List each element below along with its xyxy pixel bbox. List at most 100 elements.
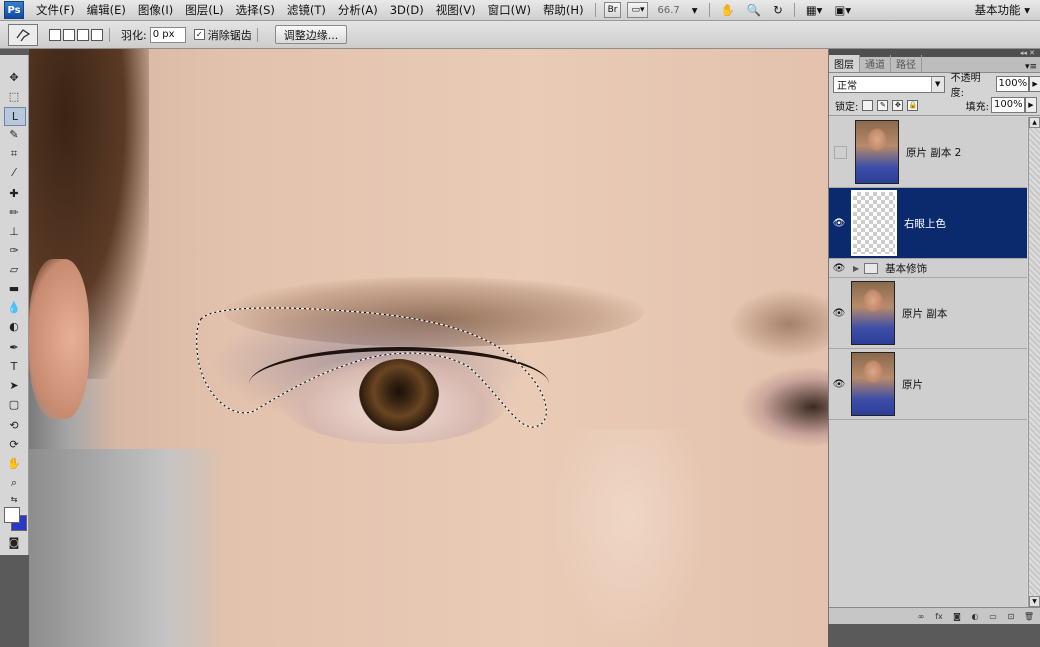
swap-colors-icon[interactable]: ⇆ xyxy=(4,491,24,508)
selection-marquee xyxy=(196,307,547,428)
feather-input[interactable]: 0 px xyxy=(149,26,186,43)
type-tool-icon[interactable]: T xyxy=(4,358,24,375)
blend-row: 正常 ▼ 不透明度: 100% ▶ xyxy=(829,73,1040,99)
opacity-input[interactable]: 100% xyxy=(995,76,1030,92)
menu-filter[interactable]: 滤镜(T) xyxy=(281,2,332,18)
tool-preset-picker[interactable] xyxy=(8,23,38,46)
blend-mode-select[interactable]: 正常 ▼ xyxy=(833,75,945,93)
zoom-tool-icon[interactable]: 🔍 xyxy=(741,3,767,17)
menu-select[interactable]: 选择(S) xyxy=(230,2,281,18)
menu-analysis[interactable]: 分析(A) xyxy=(332,2,384,18)
menu-edit[interactable]: 编辑(E) xyxy=(81,2,132,18)
menu-3d[interactable]: 3D(D) xyxy=(384,3,430,17)
gradient-tool-icon[interactable]: ▬ xyxy=(4,280,24,297)
menu-image[interactable]: 图像(I) xyxy=(132,2,179,18)
new-group-icon[interactable]: ▭ xyxy=(987,611,999,621)
screen-mode-icon[interactable]: ▭▾ xyxy=(627,2,649,18)
layers-panel: ◂◂ ✕ 图层 通道 路径 ▾≡ 正常 ▼ 不透明度: 100% ▶ 锁定: ✎ … xyxy=(828,49,1040,624)
eye-icon[interactable]: 👁 xyxy=(831,305,847,321)
eye-icon[interactable]: 👁 xyxy=(831,376,847,392)
add-mask-icon[interactable]: ◙ xyxy=(951,611,963,621)
layer-group-row[interactable]: 👁 ▶ 基本修饰 xyxy=(829,259,1027,278)
bridge-button[interactable]: Br xyxy=(603,2,622,18)
history-brush-tool-icon[interactable]: ✑ xyxy=(4,242,24,259)
eye-icon[interactable]: 👁 xyxy=(831,260,847,276)
layer-thumbnail xyxy=(851,281,895,345)
eraser-tool-icon[interactable]: ▱ xyxy=(4,261,24,278)
adjustment-layer-icon[interactable]: ◐ xyxy=(969,611,981,621)
layers-scrollbar[interactable]: ▲ ▼ xyxy=(1028,117,1040,607)
lock-position-icon[interactable]: ✥ xyxy=(892,99,904,111)
hand-tool-icon[interactable]: ✋ xyxy=(4,455,24,472)
tab-paths[interactable]: 路径 xyxy=(891,55,922,72)
panel-menu-icon[interactable]: ▾≡ xyxy=(1025,62,1037,72)
lasso-tool-icon[interactable]: ᒪ xyxy=(4,107,26,126)
opacity-slider-arrow-icon[interactable]: ▶ xyxy=(1029,76,1040,92)
photoshop-logo: Ps xyxy=(4,1,24,19)
quick-selection-tool-icon[interactable]: ✎ xyxy=(4,126,24,143)
path-selection-tool-icon[interactable]: ➤ xyxy=(4,377,24,394)
antialias-checkbox[interactable]: ✓ xyxy=(193,29,205,40)
delete-layer-icon[interactable]: 🗑 xyxy=(1023,611,1035,621)
screen-mode-dropdown-icon[interactable]: ▣▾ xyxy=(828,3,857,17)
layer-row[interactable]: 👁 原片 xyxy=(829,349,1027,420)
document-canvas[interactable] xyxy=(29,49,828,647)
layer-row[interactable]: 👁 原片 副本 xyxy=(829,278,1027,349)
3d-orbit-tool-icon[interactable]: ⟳ xyxy=(4,436,24,453)
tab-channels[interactable]: 通道 xyxy=(860,55,891,72)
layers-panel-footer: ∞ fx ◙ ◐ ▭ ⊡ 🗑 xyxy=(829,607,1040,624)
marquee-tool-icon[interactable]: ⬚ xyxy=(4,88,24,105)
3d-rotate-tool-icon[interactable]: ⟲ xyxy=(4,417,24,434)
new-layer-icon[interactable]: ⊡ xyxy=(1005,611,1017,621)
lock-transparency-icon[interactable] xyxy=(862,99,874,111)
arrange-documents-icon[interactable]: ▦▾ xyxy=(800,3,829,17)
menu-window[interactable]: 窗口(W) xyxy=(482,2,537,18)
fill-input[interactable]: 100% xyxy=(991,97,1025,113)
foreground-color-swatch[interactable] xyxy=(4,507,20,523)
expand-triangle-icon[interactable]: ▶ xyxy=(853,264,859,273)
menu-help[interactable]: 帮助(H) xyxy=(537,2,590,18)
lock-pixels-icon[interactable]: ✎ xyxy=(877,99,889,111)
zoom-tool-icon[interactable]: ⌕ xyxy=(4,474,24,491)
menu-view[interactable]: 视图(V) xyxy=(430,2,482,18)
crop-tool-icon[interactable]: ⌗ xyxy=(4,145,24,162)
layer-row[interactable]: 原片 副本 2 xyxy=(829,117,1027,188)
eye-icon[interactable]: 👁 xyxy=(831,215,847,231)
brush-tool-icon[interactable]: ✏ xyxy=(4,204,24,221)
healing-brush-tool-icon[interactable]: ✚ xyxy=(4,185,24,202)
zoom-dropdown-icon[interactable]: ▾ xyxy=(686,3,704,17)
hand-tool-icon[interactable]: ✋ xyxy=(715,3,741,17)
blur-tool-icon[interactable]: 💧 xyxy=(4,299,24,316)
move-tool-icon[interactable]: ✥ xyxy=(4,69,24,86)
scroll-down-icon[interactable]: ▼ xyxy=(1029,596,1040,607)
visibility-toggle-off[interactable] xyxy=(834,145,847,159)
layer-row-selected[interactable]: 👁 右眼上色 xyxy=(829,188,1027,259)
add-to-selection-icon[interactable] xyxy=(63,28,75,41)
folder-icon xyxy=(864,262,879,274)
blend-mode-value: 正常 xyxy=(837,80,857,92)
fill-slider-arrow-icon[interactable]: ▶ xyxy=(1025,97,1037,113)
rotate-view-icon[interactable]: ↻ xyxy=(767,3,789,17)
clone-stamp-tool-icon[interactable]: ⊥ xyxy=(4,223,24,240)
refine-edge-button[interactable]: 调整边缘... xyxy=(274,25,348,44)
pen-tool-icon[interactable]: ✒ xyxy=(4,339,24,356)
intersect-selection-icon[interactable] xyxy=(91,28,103,41)
new-selection-icon[interactable] xyxy=(49,28,61,41)
eyedropper-tool-icon[interactable]: ⁄ xyxy=(4,164,24,181)
menu-layer[interactable]: 图层(L) xyxy=(179,2,229,18)
zoom-level[interactable]: 66.7 xyxy=(657,5,679,16)
opacity-label: 不透明度: xyxy=(950,73,981,99)
lock-all-icon[interactable]: 🔒 xyxy=(907,99,919,111)
quick-mask-icon[interactable]: ◙ xyxy=(4,534,24,551)
scroll-up-icon[interactable]: ▲ xyxy=(1029,117,1040,128)
link-layers-icon[interactable]: ∞ xyxy=(915,611,927,621)
layer-style-icon[interactable]: fx xyxy=(933,611,945,621)
subtract-selection-icon[interactable] xyxy=(77,28,89,41)
menu-file[interactable]: 文件(F) xyxy=(30,2,81,18)
chevron-down-icon: ▼ xyxy=(930,76,944,92)
workspace-label: 基本功能 xyxy=(974,3,1021,17)
dodge-tool-icon[interactable]: ◐ xyxy=(4,318,24,335)
tab-layers[interactable]: 图层 xyxy=(829,55,860,72)
workspace-switcher[interactable]: 基本功能 ▾ xyxy=(975,2,1030,18)
shape-tool-icon[interactable]: ▢ xyxy=(4,396,24,413)
